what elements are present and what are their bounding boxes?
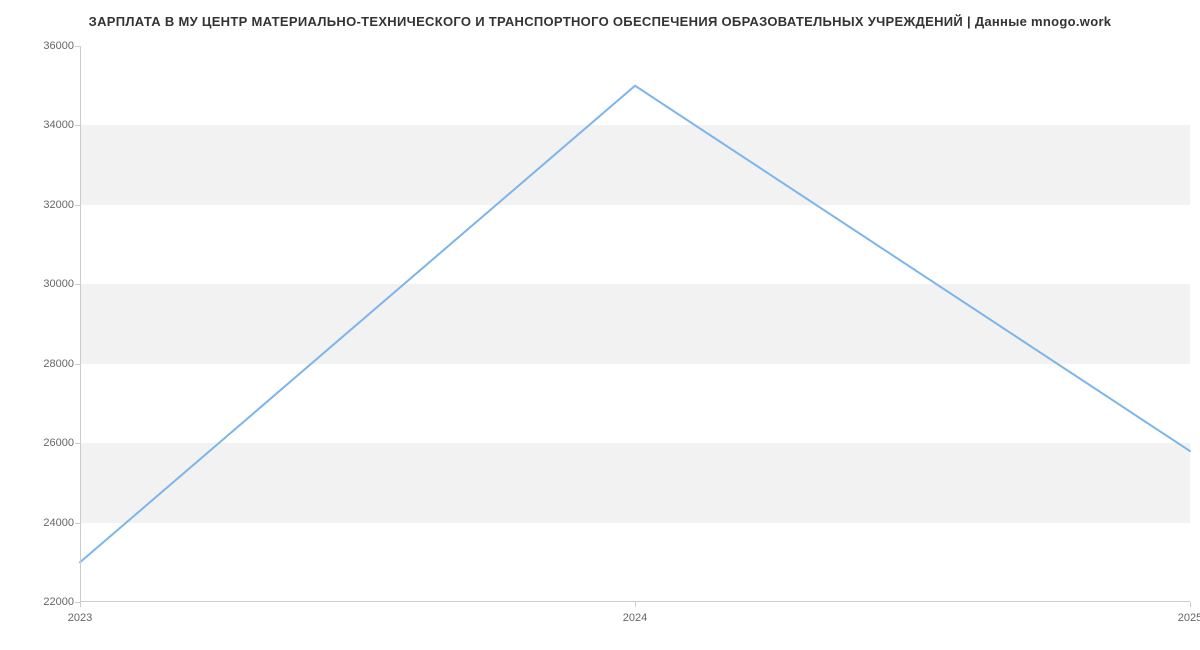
y-tick-label: 26000 bbox=[30, 437, 74, 449]
y-tick-mark bbox=[75, 205, 80, 206]
y-tick-label: 30000 bbox=[30, 278, 74, 290]
y-tick-mark bbox=[75, 46, 80, 47]
y-tick-label: 34000 bbox=[30, 119, 74, 131]
y-tick-label: 36000 bbox=[30, 40, 74, 52]
plot-area: 2200024000260002800030000320003400036000… bbox=[80, 46, 1190, 602]
line-svg bbox=[80, 46, 1190, 602]
data-line bbox=[80, 86, 1190, 563]
y-tick-label: 32000 bbox=[30, 199, 74, 211]
x-tick-mark bbox=[1190, 602, 1191, 607]
x-tick-label: 2023 bbox=[68, 612, 92, 624]
y-tick-label: 22000 bbox=[30, 596, 74, 608]
x-tick-label: 2025 bbox=[1178, 612, 1200, 624]
y-tick-mark bbox=[75, 523, 80, 524]
y-tick-mark bbox=[75, 284, 80, 285]
y-tick-mark bbox=[75, 443, 80, 444]
y-tick-label: 24000 bbox=[30, 517, 74, 529]
y-tick-label: 28000 bbox=[30, 358, 74, 370]
y-tick-mark bbox=[75, 364, 80, 365]
x-tick-mark bbox=[635, 602, 636, 607]
x-tick-label: 2024 bbox=[623, 612, 647, 624]
x-tick-mark bbox=[80, 602, 81, 607]
chart-container: ЗАРПЛАТА В МУ ЦЕНТР МАТЕРИАЛЬНО-ТЕХНИЧЕС… bbox=[0, 0, 1200, 650]
chart-title: ЗАРПЛАТА В МУ ЦЕНТР МАТЕРИАЛЬНО-ТЕХНИЧЕС… bbox=[0, 0, 1200, 29]
y-axis-line bbox=[80, 46, 81, 602]
y-tick-mark bbox=[75, 125, 80, 126]
